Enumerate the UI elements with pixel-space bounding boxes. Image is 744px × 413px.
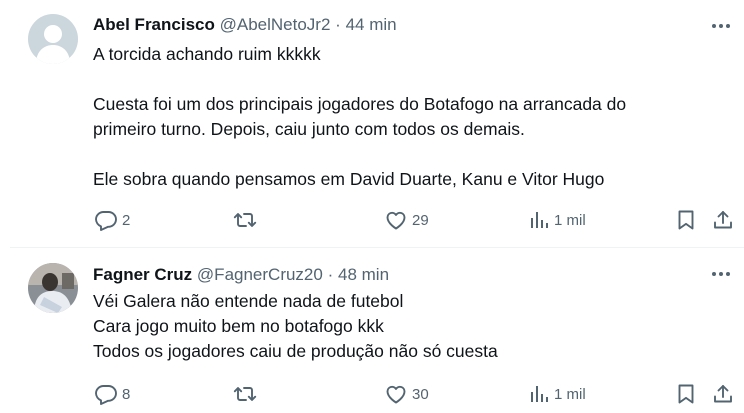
tweet-text: Véi Galera não entende nada de futebol C… bbox=[93, 289, 498, 364]
bookmark-button[interactable] bbox=[675, 381, 697, 407]
bar-chart-icon bbox=[531, 386, 548, 402]
tweet-line: Véi Galera não entende nada de futebol bbox=[93, 291, 404, 311]
avatar-photo[interactable] bbox=[28, 263, 78, 313]
separator-dot: · bbox=[327, 265, 334, 284]
more-dots-icon bbox=[712, 24, 730, 28]
views-count: 1 mil bbox=[554, 385, 586, 403]
display-name[interactable]: Fagner Cruz bbox=[93, 265, 192, 284]
tweet-line: Todos os jogadores caiu de produção não … bbox=[93, 341, 498, 361]
reply-button[interactable]: 2 bbox=[94, 207, 130, 233]
like-count: 30 bbox=[412, 385, 429, 403]
tweet-line: Ele sobra quando pensamos em David Duart… bbox=[93, 169, 605, 189]
bar-chart-icon bbox=[531, 212, 548, 228]
timestamp[interactable]: 48 min bbox=[338, 265, 389, 284]
heart-icon bbox=[386, 385, 406, 404]
share-upload-icon bbox=[714, 385, 732, 403]
speech-bubble-icon bbox=[95, 385, 117, 405]
views-button[interactable]: 1 mil bbox=[528, 207, 586, 233]
heart-icon bbox=[386, 211, 406, 230]
more-dots-icon bbox=[712, 272, 730, 276]
retweet-arrows-icon bbox=[233, 213, 257, 227]
share-upload-icon bbox=[714, 211, 732, 229]
tweet-line: primeiro turno. Depois, caiu junto com t… bbox=[93, 119, 525, 139]
tweet-text: A torcida achando ruim kkkkk Cuesta foi … bbox=[93, 42, 626, 192]
tweet[interactable]: Abel Francisco @AbelNetoJr2 · 44 min A t… bbox=[0, 0, 744, 247]
tweet-header: Abel Francisco @AbelNetoJr2 · 44 min bbox=[93, 14, 397, 36]
tweet-line: A torcida achando ruim kkkkk bbox=[93, 44, 321, 64]
like-count: 29 bbox=[412, 211, 429, 229]
tweet-line: Cara jogo muito bem no botafogo kkk bbox=[93, 316, 384, 336]
handle[interactable]: @FagnerCruz20 bbox=[197, 265, 323, 284]
tweet-line: Cuesta foi um dos principais jogadores d… bbox=[93, 94, 627, 114]
display-name[interactable]: Abel Francisco bbox=[93, 15, 215, 34]
like-button[interactable]: 30 bbox=[384, 381, 429, 407]
default-profile-icon bbox=[28, 14, 78, 64]
like-button[interactable]: 29 bbox=[384, 207, 429, 233]
handle[interactable]: @AbelNetoJr2 bbox=[220, 15, 331, 34]
tweet-header: Fagner Cruz @FagnerCruz20 · 48 min bbox=[93, 264, 389, 286]
share-button[interactable] bbox=[712, 207, 734, 233]
reply-count: 8 bbox=[122, 385, 131, 403]
views-count: 1 mil bbox=[554, 211, 586, 229]
more-options-button[interactable] bbox=[710, 15, 732, 37]
speech-bubble-icon bbox=[95, 211, 117, 231]
retweet-arrows-icon bbox=[233, 387, 257, 401]
avatar-default[interactable] bbox=[28, 14, 78, 64]
retweet-button[interactable] bbox=[233, 381, 261, 407]
bookmark-icon bbox=[678, 210, 694, 230]
reply-button[interactable]: 8 bbox=[94, 381, 130, 407]
more-options-button[interactable] bbox=[710, 263, 732, 285]
timestamp[interactable]: 44 min bbox=[346, 15, 397, 34]
reply-count: 2 bbox=[122, 211, 131, 229]
action-bar: 8 30 1 mil bbox=[0, 381, 744, 407]
share-button[interactable] bbox=[712, 381, 734, 407]
bookmark-icon bbox=[678, 384, 694, 404]
views-button[interactable]: 1 mil bbox=[528, 381, 586, 407]
tweet[interactable]: Fagner Cruz @FagnerCruz20 · 48 min Véi G… bbox=[0, 248, 744, 413]
separator-dot: · bbox=[335, 15, 341, 34]
bookmark-button[interactable] bbox=[675, 207, 697, 233]
profile-photo-icon bbox=[28, 263, 78, 313]
action-bar: 2 29 1 mil bbox=[0, 207, 744, 233]
retweet-button[interactable] bbox=[233, 207, 261, 233]
